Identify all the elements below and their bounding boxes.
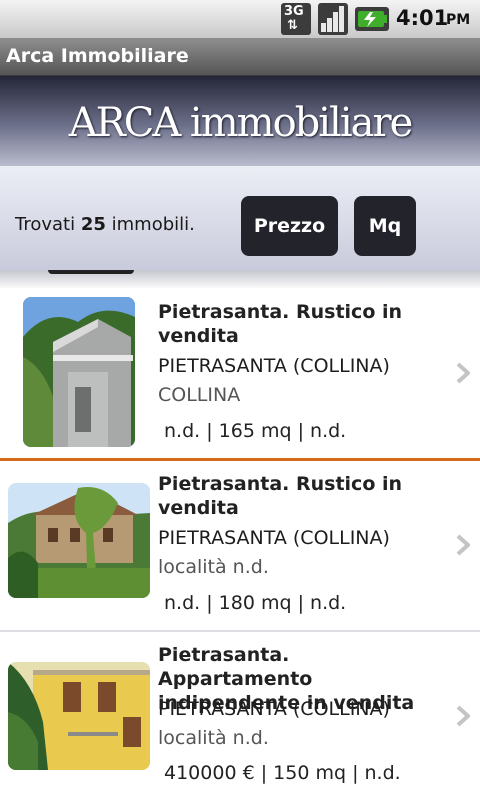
listing-rooms: n.d. — [310, 592, 347, 614]
listing-details: 410000 € | 150 mq | n.d. — [164, 762, 401, 784]
app-title: Arca Immobiliare — [6, 45, 189, 67]
listing-location: PIETRASANTA (COLLINA) — [158, 527, 390, 549]
results-count-number: 25 — [80, 214, 106, 235]
network-type-label: 3G — [284, 4, 304, 19]
listing-price: n.d. — [164, 420, 201, 442]
listing-zone: località n.d. — [158, 727, 269, 749]
chevron-right-icon — [456, 362, 470, 384]
listing-location: PIETRASANTA (COLLINA) — [158, 355, 390, 377]
chevron-right-icon — [456, 534, 470, 556]
listing-area: 165 mq — [218, 420, 292, 442]
listing-area: 150 mq — [273, 762, 347, 784]
brand-banner: ARCA immobiliare — [0, 76, 480, 166]
clock-time: 4:01 — [396, 6, 449, 30]
listing-photo — [8, 662, 150, 770]
battery-charging-icon — [355, 7, 389, 31]
listing-list[interactable]: Pietrasanta. Rustico in vendita PIETRASA… — [0, 288, 480, 800]
status-bar: 3G ⇅ 4:01 PM — [0, 0, 480, 38]
listing-title: Pietrasanta. Rustico in vendita — [158, 301, 403, 347]
sort-by-area-button[interactable]: Mq — [354, 196, 416, 256]
signal-strength-icon — [318, 3, 348, 35]
toolbar-shadow — [0, 270, 480, 290]
listing-zone: COLLINA — [158, 384, 241, 406]
listing-item[interactable]: Pietrasanta. Rustico in vendita PIETRASA… — [0, 461, 480, 633]
app-title-bar: Arca Immobiliare — [0, 38, 480, 76]
listing-price: n.d. — [164, 592, 201, 614]
listing-details: n.d. | 165 mq | n.d. — [164, 420, 347, 442]
listing-area: 180 mq — [218, 592, 292, 614]
listing-price: 410000 € — [164, 762, 255, 784]
listing-photo — [23, 297, 135, 447]
clock-ampm: PM — [446, 12, 471, 28]
brand-logo: ARCA immobiliare — [68, 100, 414, 146]
results-toolbar: Trovati 25 immobili. Prezzo Mq — [0, 166, 480, 270]
sort-by-price-button[interactable]: Prezzo — [241, 196, 338, 256]
listing-rooms: n.d. — [364, 762, 401, 784]
3g-data-icon: 3G ⇅ — [281, 3, 311, 35]
listing-item[interactable]: Pietrasanta. Rustico in vendita PIETRASA… — [0, 288, 480, 460]
listing-zone: località n.d. — [158, 556, 269, 578]
listing-photo — [8, 483, 150, 598]
listing-details: n.d. | 180 mq | n.d. — [164, 592, 347, 614]
listing-location: PIETRASANTA (COLLINA) — [158, 698, 390, 720]
listing-item[interactable]: Pietrasanta. Appartamento indipendente i… — [0, 632, 480, 800]
listing-rooms: n.d. — [310, 420, 347, 442]
results-count: Trovati 25 immobili. — [15, 214, 195, 235]
listing-title: Pietrasanta. Rustico in vendita — [158, 473, 403, 519]
chevron-right-icon — [456, 705, 470, 727]
